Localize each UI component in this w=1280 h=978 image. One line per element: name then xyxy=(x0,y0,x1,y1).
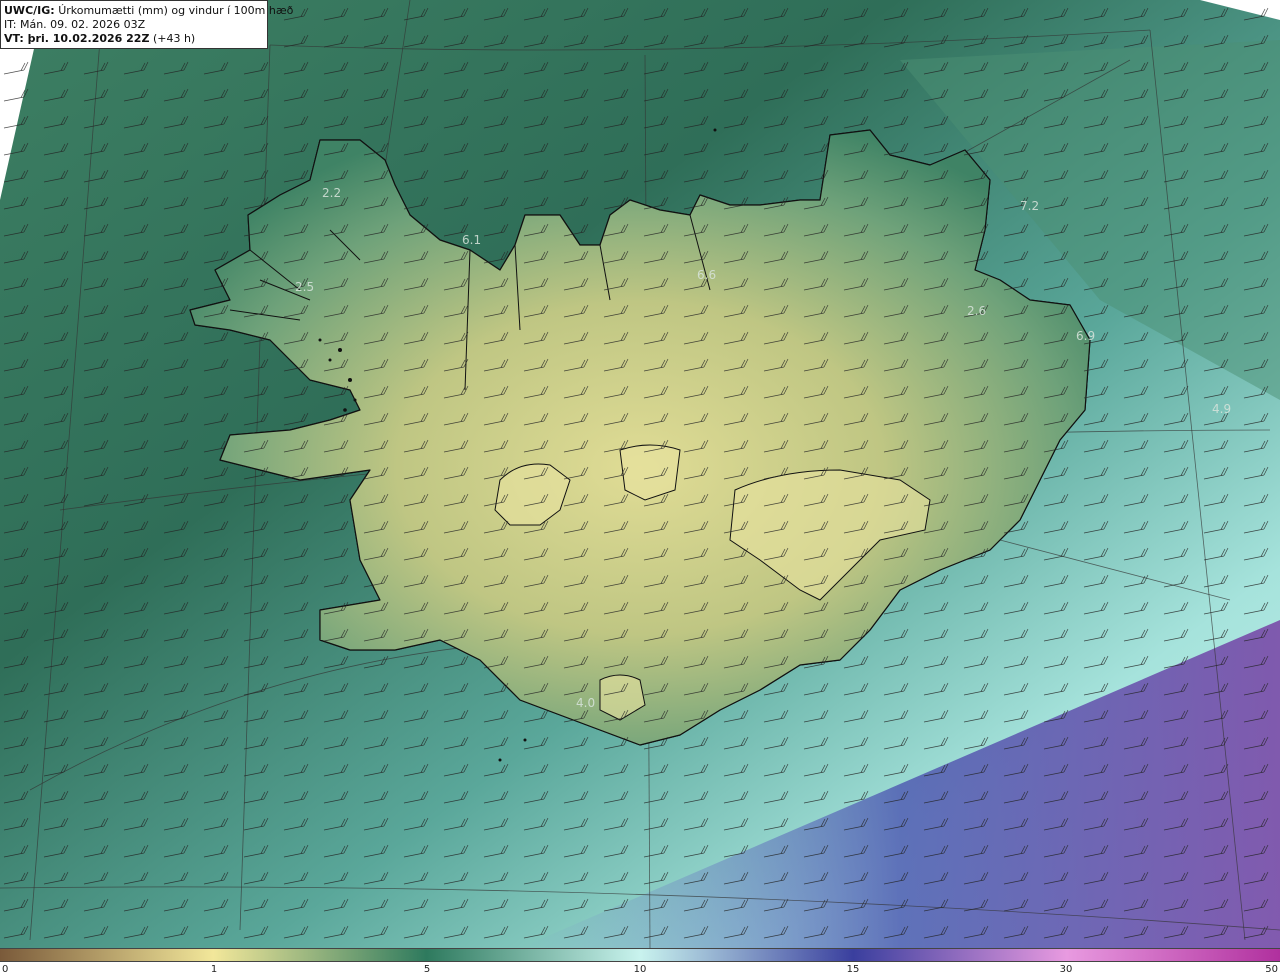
valid-time: VT: þri. 10.02.2026 22Z xyxy=(4,32,150,45)
map-value-label: 2.2 xyxy=(322,186,342,200)
colorbar-tick: 50 xyxy=(1265,964,1278,975)
precipitation-map xyxy=(0,0,1280,948)
map-value-label: 7.2 xyxy=(1020,199,1040,213)
map-value-label: 2.6 xyxy=(967,304,987,318)
map-value-label: 6.6 xyxy=(697,268,717,282)
colorbar-tick: 0 xyxy=(2,964,9,975)
colorbar-gradient xyxy=(0,948,1280,962)
title-line: UWC/IG: Úrkomumætti (mm) og vindur í 100… xyxy=(4,4,293,18)
colorbar-tick: 10 xyxy=(633,964,647,975)
map-value-label: 2.5 xyxy=(295,280,315,294)
valid-time-line: VT: þri. 10.02.2026 22Z (+43 h) xyxy=(4,32,267,46)
lead-time: (+43 h) xyxy=(152,32,196,45)
colorbar-tick: 5 xyxy=(423,964,431,975)
colorbar-tick: 15 xyxy=(846,964,860,975)
colorbar: 0 1 5 10 15 30 50 xyxy=(0,948,1280,978)
map-value-label: 6.1 xyxy=(462,233,482,247)
model-name: UWC/IG: xyxy=(4,4,55,17)
issue-time: IT: Mán. 09. 02. 2026 03Z xyxy=(4,18,146,31)
map-value-label: 6.9 xyxy=(1076,329,1096,343)
map-title: Úrkomumætti (mm) og vindur í 100m hæð xyxy=(58,4,294,17)
colorbar-tick: 1 xyxy=(210,964,218,975)
map-value-label: 4.0 xyxy=(576,696,596,710)
map-value-label: 4.9 xyxy=(1212,402,1232,416)
colorbar-tick: 30 xyxy=(1059,964,1073,975)
map-info-box: UWC/IG: Úrkomumætti (mm) og vindur í 100… xyxy=(0,0,293,49)
